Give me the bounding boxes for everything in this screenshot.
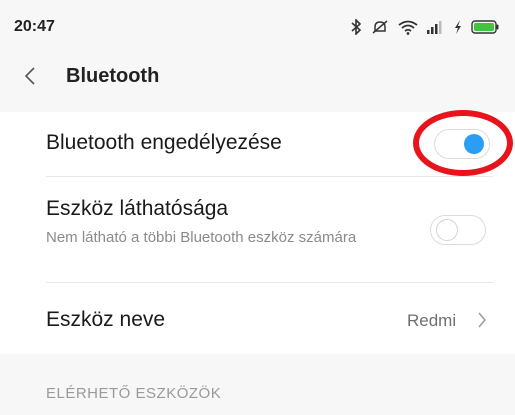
bluetooth-toggle[interactable] — [434, 129, 490, 159]
device-name-label: Eszköz neve — [46, 308, 166, 331]
header: Bluetooth — [0, 54, 515, 98]
chevron-right-icon — [478, 312, 486, 328]
bluetooth-enable-row[interactable]: Bluetooth engedélyezése — [0, 112, 515, 176]
back-button[interactable] — [24, 54, 64, 98]
bluetooth-enable-label: Bluetooth engedélyezése — [46, 131, 282, 154]
wifi-icon — [398, 20, 418, 35]
bluetooth-icon — [351, 19, 362, 35]
status-icons — [351, 19, 499, 35]
chevron-left-icon — [24, 67, 35, 85]
section-header-available-devices: ELÉRHETŐ ESZKÖZÖK — [46, 385, 222, 402]
visibility-label: Eszköz láthatósága — [46, 197, 229, 220]
visibility-toggle-knob — [436, 219, 458, 241]
visibility-sublabel: Nem látható a többi Bluetooth eszköz szá… — [46, 229, 357, 246]
status-time: 20:47 — [14, 18, 55, 35]
bluetooth-toggle-knob — [464, 134, 484, 154]
visibility-toggle[interactable] — [430, 215, 486, 245]
divider — [46, 176, 493, 177]
device-name-row[interactable]: Eszköz neve Redmi — [0, 282, 515, 354]
visibility-row[interactable]: Eszköz láthatósága Nem látható a többi B… — [0, 176, 515, 282]
divider — [46, 282, 493, 283]
device-name-value: Redmi — [407, 311, 457, 330]
page-title: Bluetooth — [66, 64, 160, 87]
signal-icon — [427, 21, 442, 34]
battery-icon — [471, 20, 499, 34]
mute-icon — [372, 20, 388, 34]
status-bar: 20:47 — [0, 0, 515, 54]
charging-icon — [455, 20, 461, 34]
